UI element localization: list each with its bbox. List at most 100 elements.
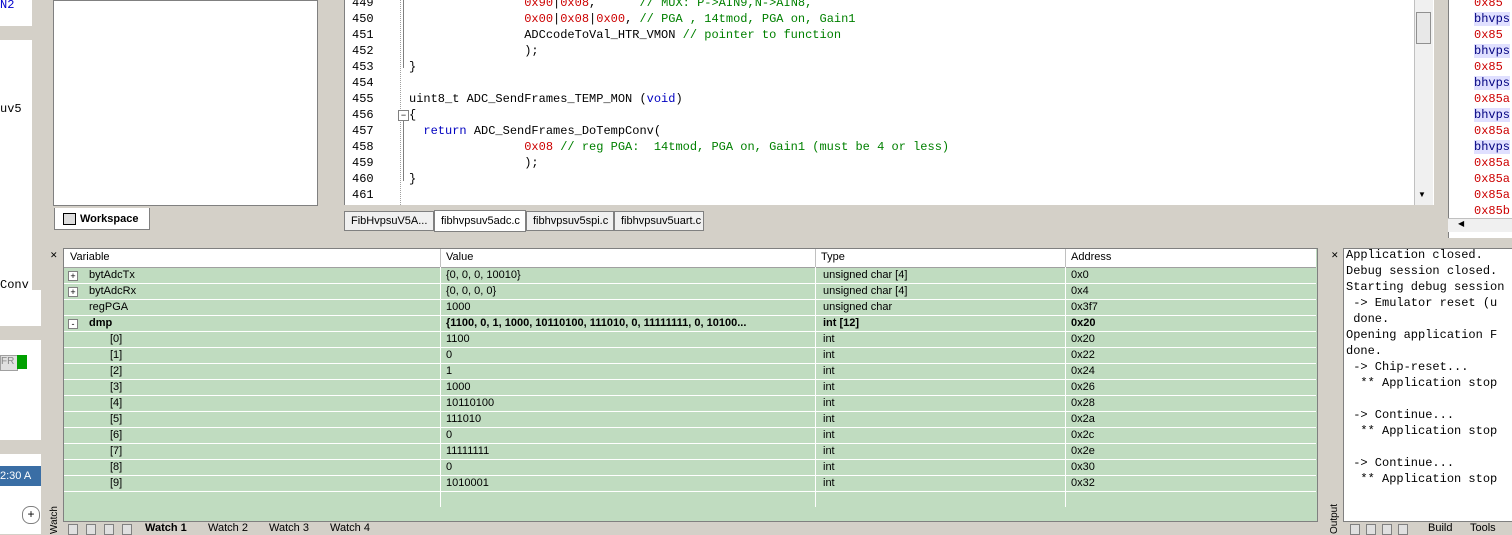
watch-row[interactable]: [64, 395, 1316, 412]
tab-tools[interactable]: Tools: [1470, 522, 1496, 534]
column-header-type[interactable]: Type: [821, 251, 845, 263]
watch-row[interactable]: [64, 283, 1316, 300]
output-pin-icon[interactable]: ✕: [1331, 250, 1339, 261]
out-nav-last-icon[interactable]: [1398, 524, 1408, 535]
column-header-address[interactable]: Address: [1071, 251, 1111, 263]
output-line: ** Application stop: [1346, 472, 1498, 486]
watch-row[interactable]: [64, 347, 1316, 364]
column-sep: [815, 267, 816, 507]
code-token: ,: [625, 12, 640, 26]
line-number: 453: [352, 60, 374, 74]
code-token: 0x08: [560, 12, 590, 26]
tab-file-3[interactable]: fibhvpsuv5uart.c: [614, 211, 704, 231]
column-header-variable[interactable]: Variable: [70, 251, 110, 263]
tab-file-0[interactable]: FibHvpsuV5A...: [344, 211, 434, 231]
column-sep: [440, 267, 441, 507]
expand-icon[interactable]: +: [68, 287, 78, 297]
disassembly-line: 0x85b: [1474, 204, 1511, 218]
watch-type: int: [823, 413, 835, 425]
left-label-1: N2: [0, 0, 15, 12]
watch-address: 0x24: [1071, 365, 1095, 377]
left-scrollbar[interactable]: [32, 0, 41, 290]
output-line: -> Chip-reset...: [1346, 360, 1469, 374]
watch-row[interactable]: [64, 267, 1316, 284]
line-number: 454: [352, 76, 374, 90]
tab-watch-3[interactable]: Watch 3: [269, 522, 309, 534]
editor-scroll-thumb[interactable]: [1416, 12, 1431, 44]
watch-value: 0: [446, 349, 453, 361]
nav-next-icon[interactable]: [104, 524, 114, 535]
fold-line: [403, 0, 404, 68]
nav-first-icon[interactable]: [68, 524, 78, 535]
pin-icon[interactable]: ✕: [50, 250, 58, 261]
tab-watch-2[interactable]: Watch 2: [208, 522, 248, 534]
output-line: done.: [1346, 312, 1390, 326]
workspace-tree[interactable]: [53, 0, 318, 206]
tab-workspace[interactable]: Workspace: [54, 208, 150, 230]
tab-watch-4[interactable]: Watch 4: [330, 522, 370, 534]
disassembly-line: bhvps: [1474, 108, 1511, 122]
add-icon[interactable]: +: [22, 506, 40, 524]
code-token: // reg PGA: 14tmod, PGA on, Gain1 (must …: [560, 140, 950, 154]
watch-address: 0x2e: [1071, 445, 1095, 457]
code-line: );: [409, 44, 538, 58]
watch-row[interactable]: [64, 299, 1316, 316]
watch-value: 0: [446, 429, 453, 441]
disassembly-line: bhvps: [1474, 44, 1511, 58]
code-token: ADCcodeToVal_HTR_VMON: [409, 28, 683, 42]
watch-row[interactable]: [64, 331, 1316, 348]
tab-watch-1[interactable]: Watch 1: [145, 522, 187, 534]
watch-row[interactable]: [64, 411, 1316, 428]
watch-type: unsigned char [4]: [823, 285, 908, 297]
watch-variable-name: bytAdcRx: [89, 285, 137, 297]
watch-row[interactable]: [64, 459, 1316, 476]
expand-icon[interactable]: +: [68, 271, 78, 281]
left-field[interactable]: FR: [0, 355, 18, 371]
disassembly-line: bhvps: [1474, 12, 1511, 26]
watch-value: 1000: [446, 381, 471, 393]
watch-type: int: [823, 397, 835, 409]
tab-file-1[interactable]: fibhvpsuv5adc.c: [434, 210, 526, 232]
disassembly-line: 0x85: [1474, 0, 1503, 10]
nav-last-icon[interactable]: [122, 524, 132, 535]
left-label-3: Conv: [0, 278, 29, 292]
out-nav-next-icon[interactable]: [1382, 524, 1392, 535]
fold-toggle-icon[interactable]: −: [398, 110, 409, 121]
watch-row[interactable]: [64, 443, 1316, 460]
header-sep: [440, 249, 441, 267]
out-nav-first-icon[interactable]: [1350, 524, 1360, 535]
disassembly-hscroll[interactable]: ◀: [1448, 218, 1512, 232]
watch-value: {1100, 0, 1, 1000, 10110100, 111010, 0, …: [446, 317, 747, 329]
code-line: 0x08 // reg PGA: 14tmod, PGA on, Gain1 (…: [409, 140, 949, 154]
left-bar-2: [0, 326, 41, 340]
watch-value: 10110100: [446, 397, 495, 409]
watch-row[interactable]: [64, 427, 1316, 444]
watch-type: int: [823, 365, 835, 377]
output-line: -> Continue...: [1346, 456, 1455, 470]
disassembly-line: 0x85a: [1474, 156, 1511, 170]
watch-variable-name: regPGA: [89, 301, 129, 313]
code-token: // MUX: P->AIN9,N->AIN8,: [639, 0, 813, 10]
tab-build[interactable]: Build: [1428, 522, 1452, 534]
nav-prev-icon[interactable]: [86, 524, 96, 535]
code-token: 0x08: [560, 0, 590, 10]
watch-row[interactable]: [64, 475, 1316, 492]
watch-row[interactable]: [64, 363, 1316, 380]
tab-file-2[interactable]: fibhvpsuv5spi.c: [526, 211, 614, 231]
watch-type: int: [823, 429, 835, 441]
watch-variable-name: [5]: [110, 413, 123, 425]
scroll-down-icon[interactable]: ▼: [1418, 190, 1426, 199]
out-nav-prev-icon[interactable]: [1366, 524, 1376, 535]
code-line: );: [409, 156, 538, 170]
disassembly-line: 0x85a: [1474, 188, 1511, 202]
watch-row[interactable]: [64, 379, 1316, 396]
disassembly-line: 0x85: [1474, 28, 1503, 42]
output-side-label: Output: [1329, 503, 1340, 534]
watch-value: {0, 0, 0, 10010}: [446, 269, 521, 281]
watch-type: int: [823, 349, 835, 361]
watch-variable-name: [8]: [110, 461, 123, 473]
code-line: }: [409, 60, 416, 74]
column-header-value[interactable]: Value: [446, 251, 473, 263]
watch-variable-name: bytAdcTx: [89, 269, 135, 281]
collapse-icon[interactable]: -: [68, 319, 78, 329]
